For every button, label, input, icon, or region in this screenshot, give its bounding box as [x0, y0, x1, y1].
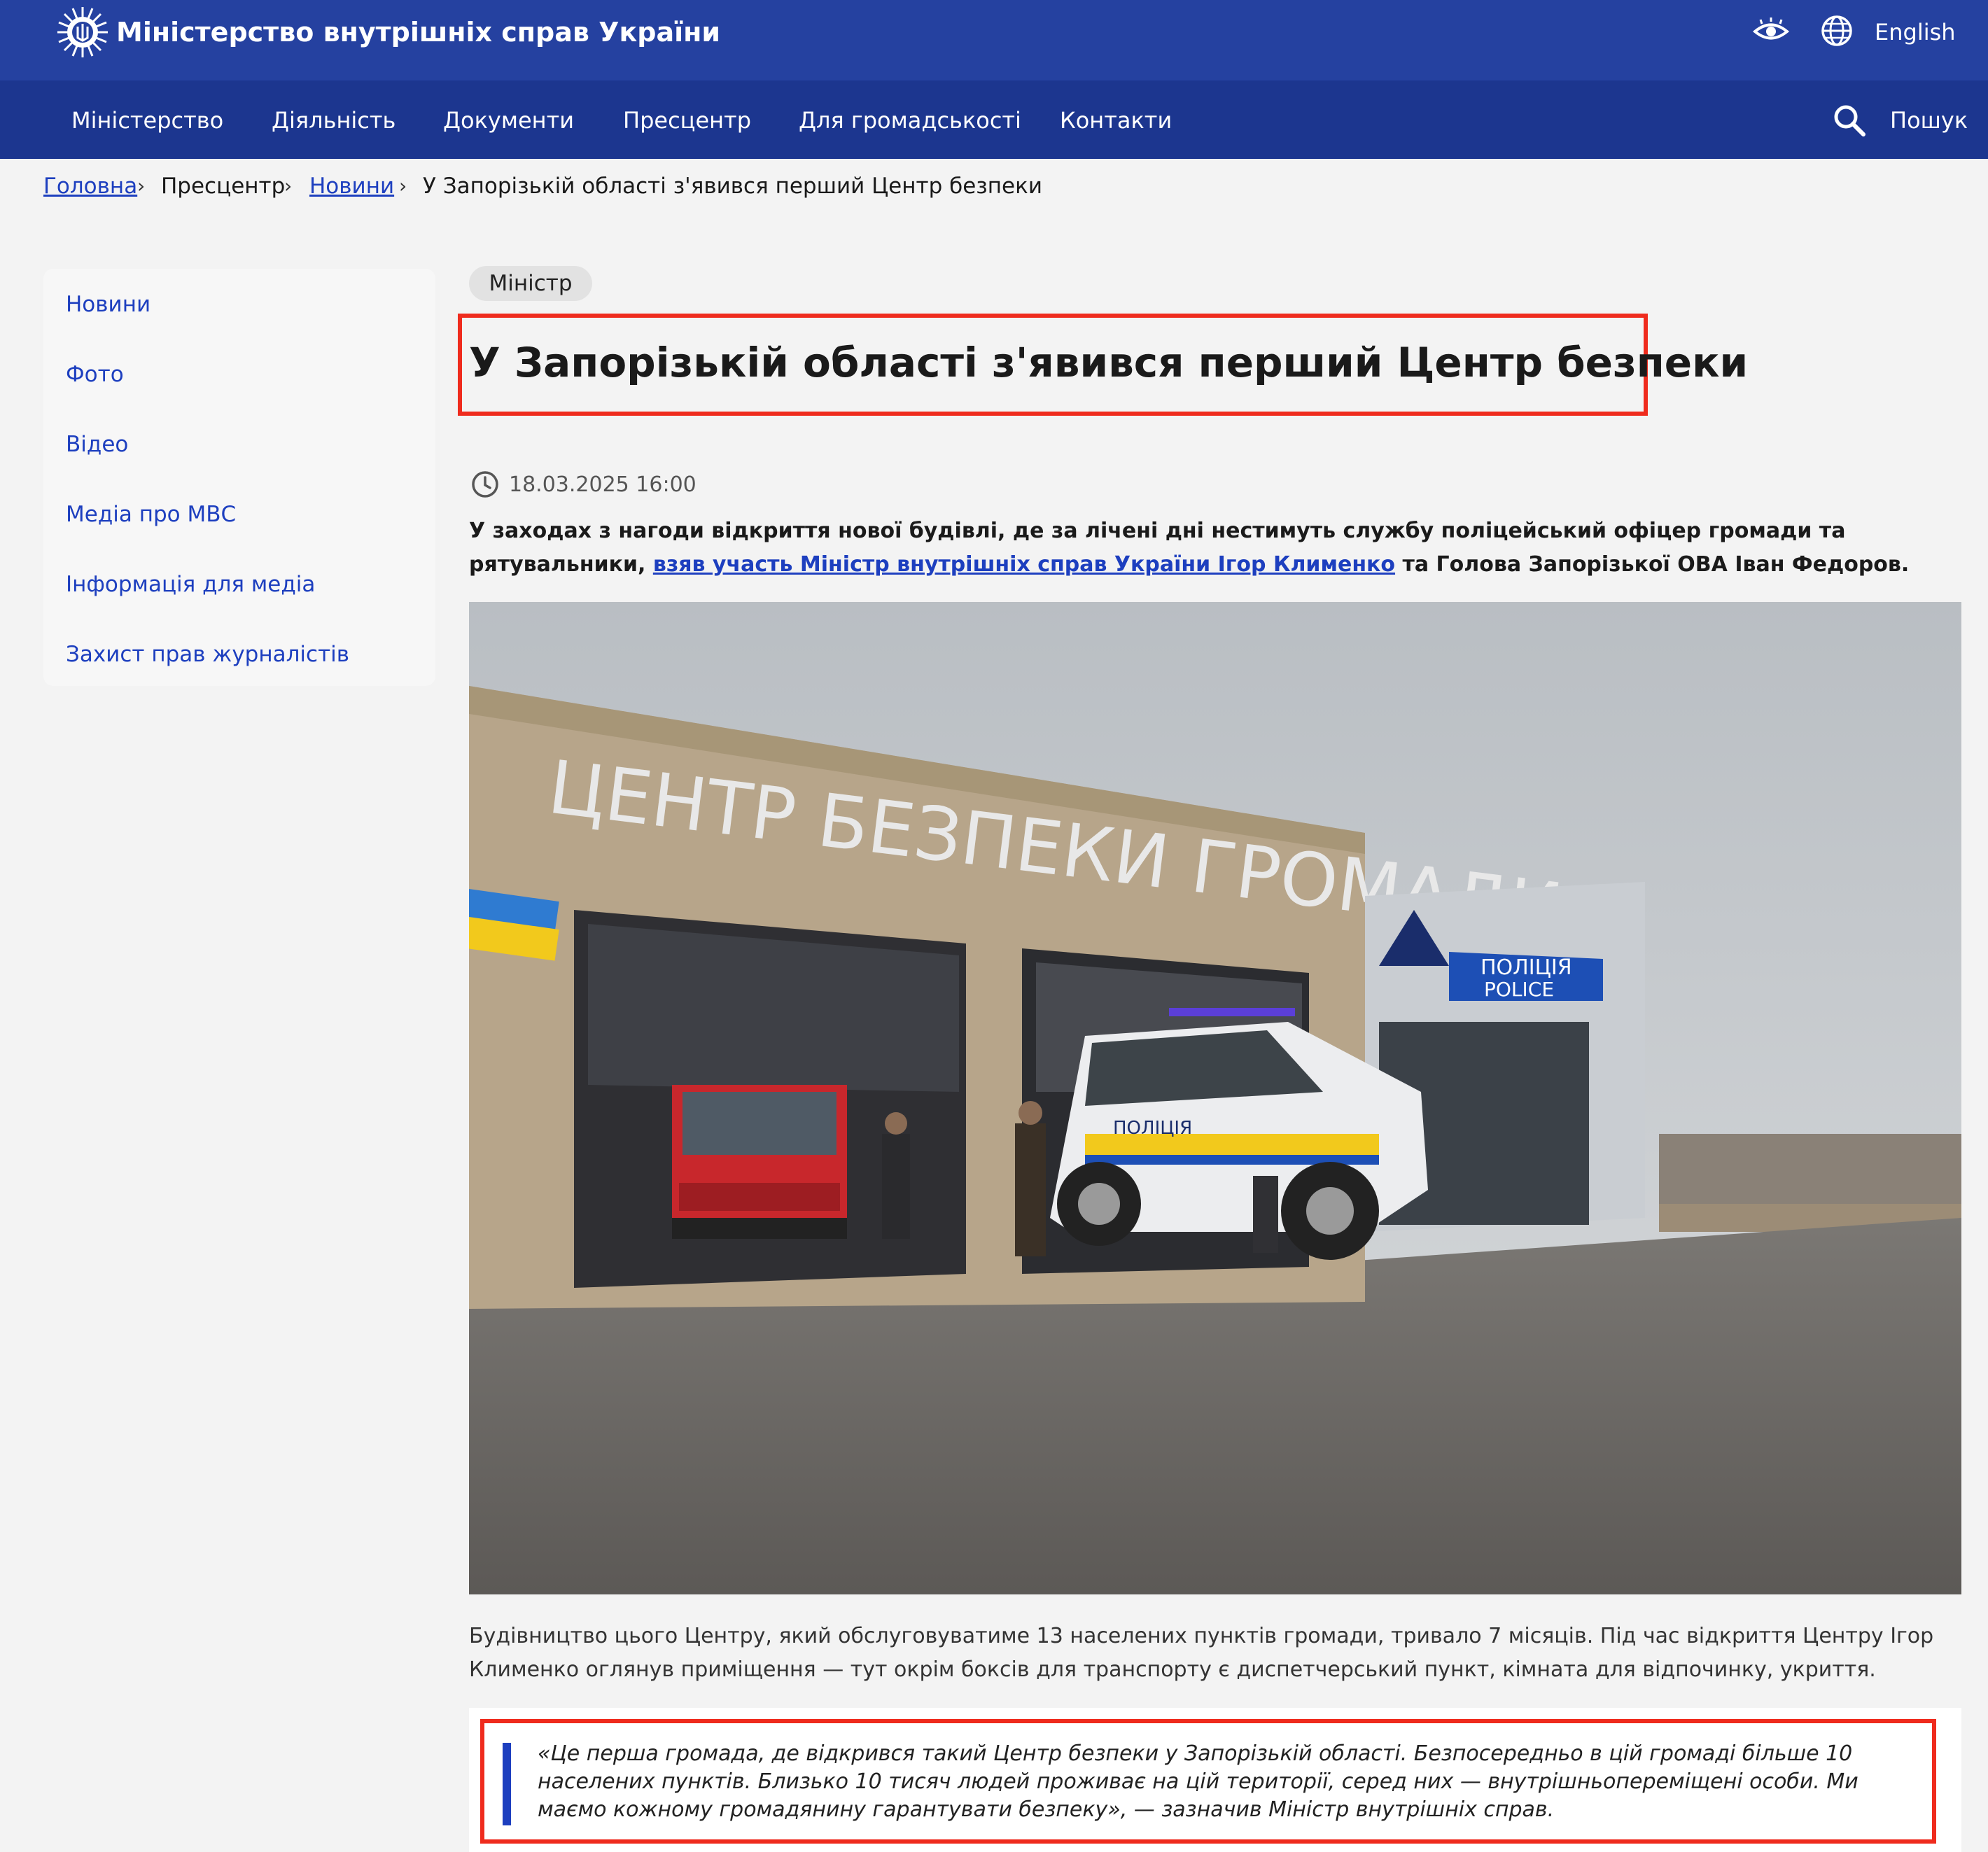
sidebar-item-media-about[interactable]: Медіа про МВС [66, 500, 236, 529]
ministry-emblem-icon[interactable] [56, 6, 109, 59]
search-button[interactable]: Пошук [1890, 106, 1968, 135]
breadcrumb-separator-icon: › [284, 174, 293, 197]
nav-item-ministry[interactable]: Міністерство [71, 106, 223, 135]
sidebar-item-media-info[interactable]: Інформація для медіа [66, 570, 315, 599]
top-bar: Міністерство внутрішніх справ України En… [0, 0, 1988, 80]
breadcrumb-current: У Запорізькій області з'явився перший Це… [423, 174, 1042, 199]
nav-item-press-center[interactable]: Пресцентр [623, 106, 751, 135]
category-tag[interactable]: Міністр [469, 266, 592, 301]
globe-icon[interactable] [1820, 14, 1854, 48]
minister-participation-link[interactable]: взяв участь Міністр внутрішніх справ Укр… [653, 552, 1395, 577]
nav-item-contacts[interactable]: Контакти [1060, 106, 1172, 135]
police-sign-ua: ПОЛІЦІЯ [1480, 955, 1572, 980]
sidebar-item-journalists-rights[interactable]: Захист прав журналістів [66, 640, 349, 669]
clock-icon [472, 471, 498, 498]
article-quote: «Це перша громада, де відкрився такий Це… [538, 1741, 1858, 1822]
quote-accent-bar [503, 1743, 511, 1825]
article-lead: У заходах з нагоди відкриття нової будів… [469, 514, 1960, 582]
accessibility-eye-icon[interactable] [1752, 17, 1790, 46]
lead-text-end: та Голова Запорізької ОВА Іван Федоров. [1395, 552, 1910, 577]
site-title[interactable]: Міністерство внутрішніх справ України [116, 14, 720, 50]
article-photo[interactable]: ЦЕНТР БЕЗПЕКИ ГРОМАДИ ПОЛІЦІЯ POLICE ПОЛ… [469, 602, 1961, 1594]
breadcrumb-separator-icon: › [137, 174, 146, 197]
breadcrumb-home-link[interactable]: Головна [43, 171, 137, 202]
article-paragraph: Будівництво цього Центру, який обслугову… [469, 1624, 1934, 1682]
language-switch-link[interactable]: English [1875, 18, 1956, 46]
publish-datetime: 18.03.2025 16:00 [509, 472, 696, 497]
nav-item-for-public[interactable]: Для громадськості [799, 106, 1021, 135]
article-title: У Запорізькій області з'явився перший Це… [469, 339, 1749, 386]
sidebar-item-news[interactable]: Новини [66, 290, 150, 319]
nav-item-documents[interactable]: Документи [443, 106, 574, 135]
breadcrumb-press: Пресцентр [161, 174, 286, 199]
police-car-text: ПОЛІЦІЯ [1113, 1118, 1192, 1139]
breadcrumb-separator-icon: › [399, 174, 407, 197]
sidebar-item-video[interactable]: Відео [66, 430, 128, 459]
sidebar-item-photo[interactable]: Фото [66, 360, 124, 389]
breadcrumb-news-link[interactable]: Новини [309, 171, 394, 202]
search-icon[interactable] [1832, 103, 1867, 138]
sidebar-menu: Новини Фото Відео Медіа про МВС Інформац… [43, 269, 435, 686]
main-nav: Міністерство Діяльність Документи Пресце… [0, 80, 1988, 159]
nav-item-activity[interactable]: Діяльність [272, 106, 396, 135]
police-sign-en: POLICE [1484, 978, 1554, 1001]
